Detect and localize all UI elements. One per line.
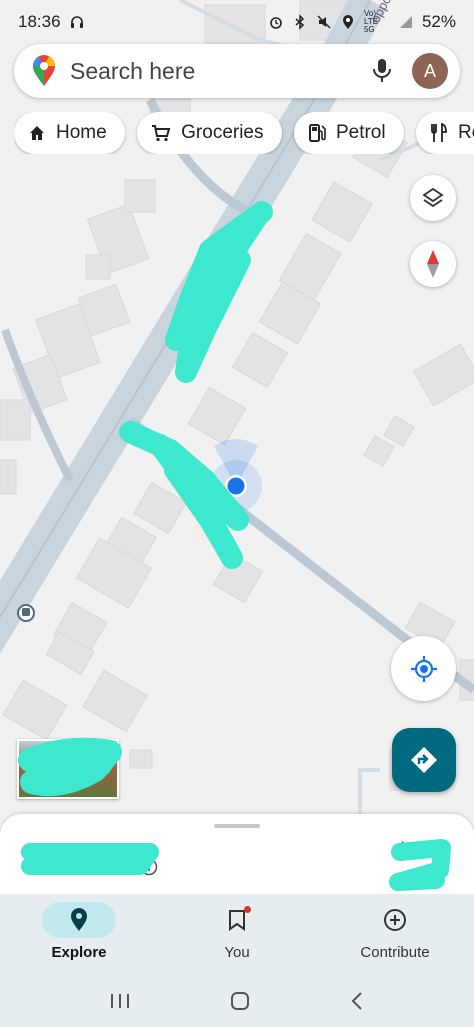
- avatar-letter: A: [423, 60, 436, 81]
- back-icon[interactable]: [349, 990, 365, 1012]
- home-button-icon[interactable]: [229, 990, 251, 1012]
- bottom-navigation: Explore You Contribute: [0, 894, 474, 974]
- directions-icon: [411, 747, 437, 773]
- location-icon: [342, 15, 353, 29]
- signal-icon: [399, 16, 412, 28]
- chip-label: Groceries: [181, 122, 264, 143]
- nav-contribute[interactable]: Contribute: [316, 894, 474, 974]
- sheet-handle[interactable]: [214, 824, 260, 828]
- compass-icon: [427, 250, 439, 278]
- avatar[interactable]: A: [412, 53, 448, 89]
- nav-label: Contribute: [360, 944, 430, 961]
- pin-icon: [71, 908, 87, 931]
- crosshair-icon: [410, 655, 437, 682]
- cart-icon: [152, 125, 171, 142]
- status-time: 18:36: [18, 12, 61, 31]
- bluetooth-icon: [295, 14, 305, 30]
- bottom-sheet[interactable]: Hucknall: [0, 814, 474, 904]
- chip-restaurants[interactable]: Res: [416, 112, 474, 154]
- alarm-icon: [270, 17, 282, 29]
- directions-button[interactable]: [392, 728, 456, 792]
- current-location-marker: [210, 439, 262, 512]
- chip-label: Petrol: [335, 122, 386, 143]
- nav-label: You: [224, 944, 250, 961]
- mute-icon: [317, 15, 331, 29]
- recent-apps-icon[interactable]: [109, 991, 131, 1011]
- nav-you[interactable]: You: [158, 894, 316, 974]
- status-bar: 18:36 Vo) LTE 5G 52%: [0, 0, 474, 44]
- nav-label: Explore: [51, 944, 107, 961]
- info-icon[interactable]: [140, 858, 158, 876]
- search-input[interactable]: Search here: [70, 58, 372, 85]
- street-view-thumbnail[interactable]: [17, 739, 119, 799]
- microphone-icon[interactable]: [372, 58, 392, 84]
- home-icon: [30, 126, 44, 140]
- battery-level: 52%: [421, 12, 456, 31]
- chip-label: Home: [56, 122, 107, 143]
- compass-button[interactable]: [410, 241, 456, 287]
- fuel-icon: [308, 124, 326, 142]
- chip-label: Res: [458, 122, 474, 143]
- search-bar[interactable]: Search here A: [14, 44, 460, 98]
- notification-dot: [244, 906, 251, 913]
- layers-icon: [422, 187, 444, 208]
- place-tag: al: [392, 840, 405, 857]
- place-name[interactable]: Hucknall: [24, 854, 108, 880]
- category-chips: Home Groceries Petrol Res: [14, 112, 474, 154]
- nav-explore-pill: [42, 902, 116, 938]
- restaurant-icon: [431, 123, 447, 142]
- system-navigation-bar: [0, 974, 474, 1027]
- my-location-button[interactable]: [391, 636, 456, 701]
- nav-explore[interactable]: Explore: [0, 894, 158, 974]
- layers-button[interactable]: [410, 175, 456, 221]
- headphones-icon: [70, 16, 83, 28]
- chip-petrol[interactable]: Petrol: [293, 112, 404, 154]
- nav-you-pill: [200, 902, 274, 938]
- bus-stop-icon[interactable]: [17, 604, 35, 622]
- nav-contribute-pill: [358, 902, 432, 938]
- network-indicator: Vo) LTE 5G: [363, 9, 379, 34]
- bookmark-icon: [229, 910, 245, 931]
- plus-circle-icon: [384, 909, 406, 931]
- maps-logo-icon: [33, 55, 55, 86]
- chip-groceries[interactable]: Groceries: [137, 112, 282, 154]
- chip-home[interactable]: Home: [14, 112, 125, 154]
